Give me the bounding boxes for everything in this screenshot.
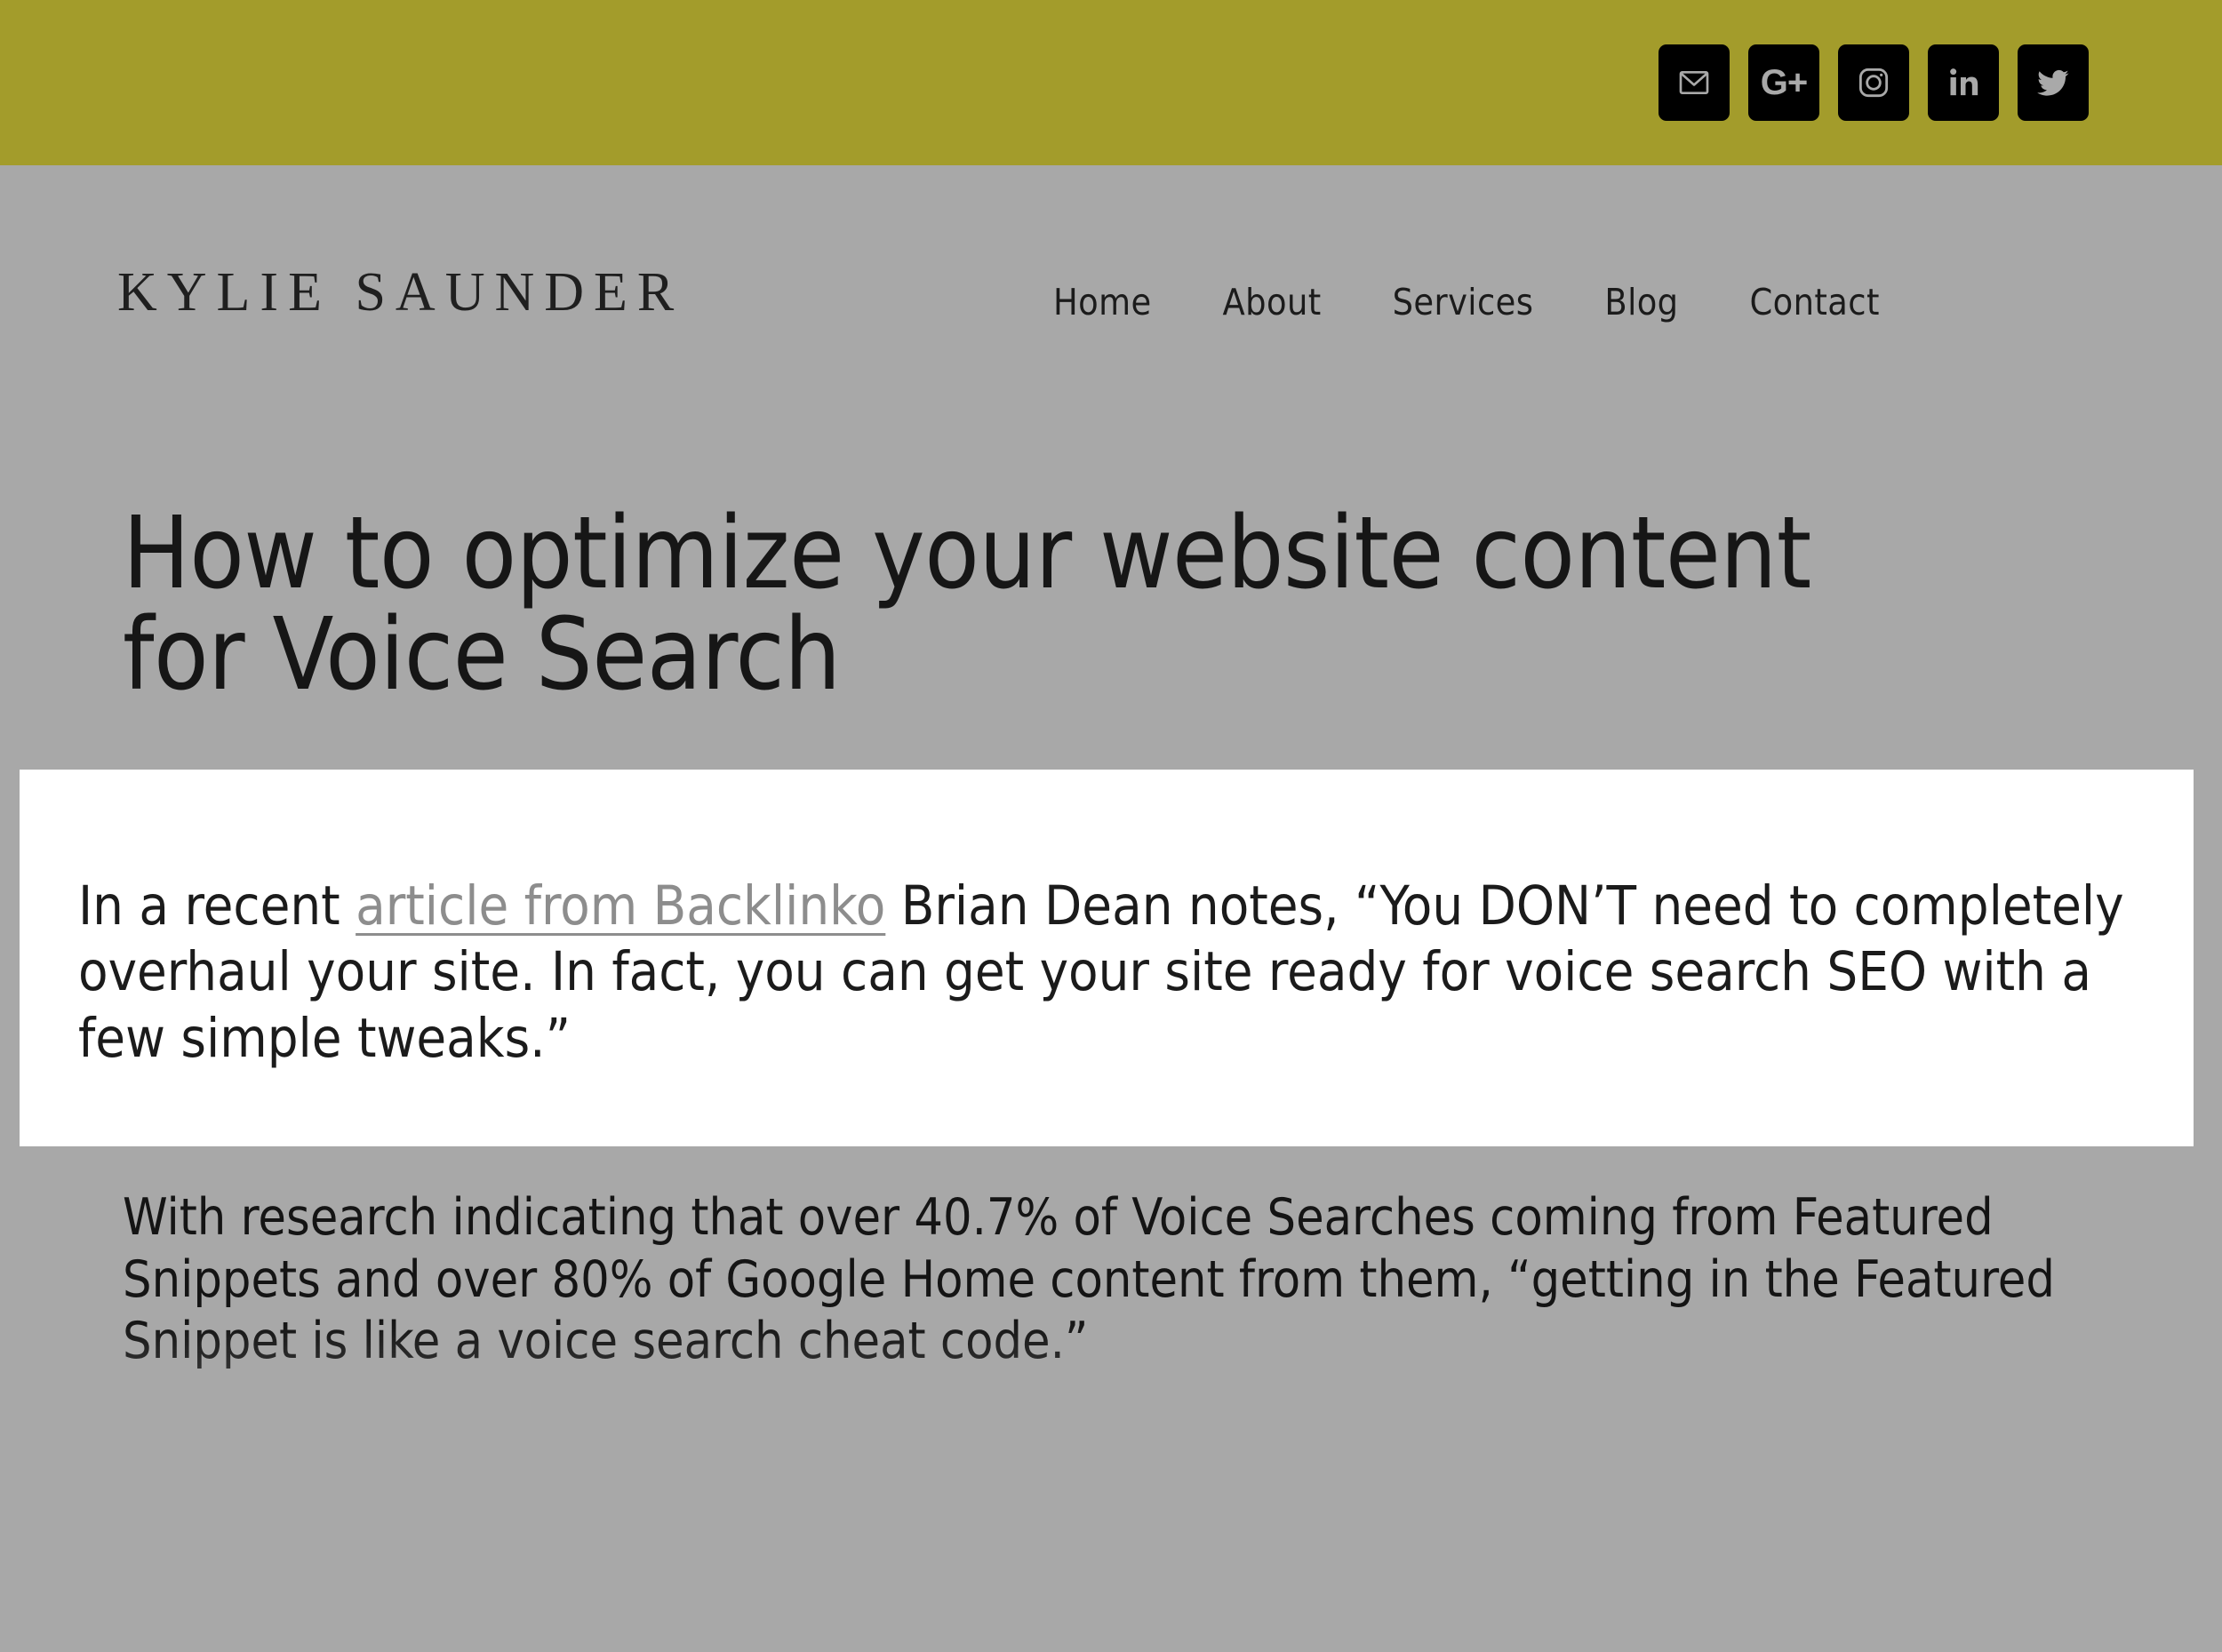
social-bar: G+ xyxy=(0,0,2222,165)
backlinko-article-link[interactable]: article from Backlinko xyxy=(356,874,885,938)
envelope-icon xyxy=(1676,65,1712,100)
nav-item-contact[interactable]: Contact xyxy=(1750,281,1880,323)
social-icon-list: G+ xyxy=(1659,44,2089,121)
fading-paragraph-wrapper: With research indicating that over 40.7%… xyxy=(123,1187,2122,1454)
social-link-twitter[interactable] xyxy=(2018,44,2089,121)
article-paragraph: With research indicating that over 40.7%… xyxy=(123,1188,2055,1371)
page-title: How to optimize your website content for… xyxy=(123,496,1811,714)
social-link-instagram[interactable] xyxy=(1838,44,1909,121)
social-link-email[interactable] xyxy=(1659,44,1730,121)
site-logo[interactable]: KYLIE SAUNDER xyxy=(117,261,683,324)
nav-item-blog[interactable]: Blog xyxy=(1604,281,1678,323)
social-link-google-plus[interactable]: G+ xyxy=(1748,44,1819,121)
nav-item-about[interactable]: About xyxy=(1223,281,1322,323)
google-plus-icon: G+ xyxy=(1760,63,1808,102)
instagram-icon xyxy=(1856,65,1891,100)
social-link-linkedin[interactable] xyxy=(1928,44,1999,121)
nav-item-home[interactable]: Home xyxy=(1053,281,1152,323)
highlighted-quote-text: In a recent article from Backlinko Brian… xyxy=(78,874,2158,1072)
main-navigation: Home About Services Blog Contact xyxy=(1053,281,1880,323)
nav-item-services[interactable]: Services xyxy=(1393,281,1534,323)
quote-lead-text: In a recent xyxy=(78,874,356,938)
twitter-icon xyxy=(2035,65,2071,100)
site-header: KYLIE SAUNDER Home About Services Blog C… xyxy=(0,165,2222,334)
linkedin-icon xyxy=(1946,65,1981,100)
highlighted-quote-box: In a recent article from Backlinko Brian… xyxy=(20,770,2194,1146)
